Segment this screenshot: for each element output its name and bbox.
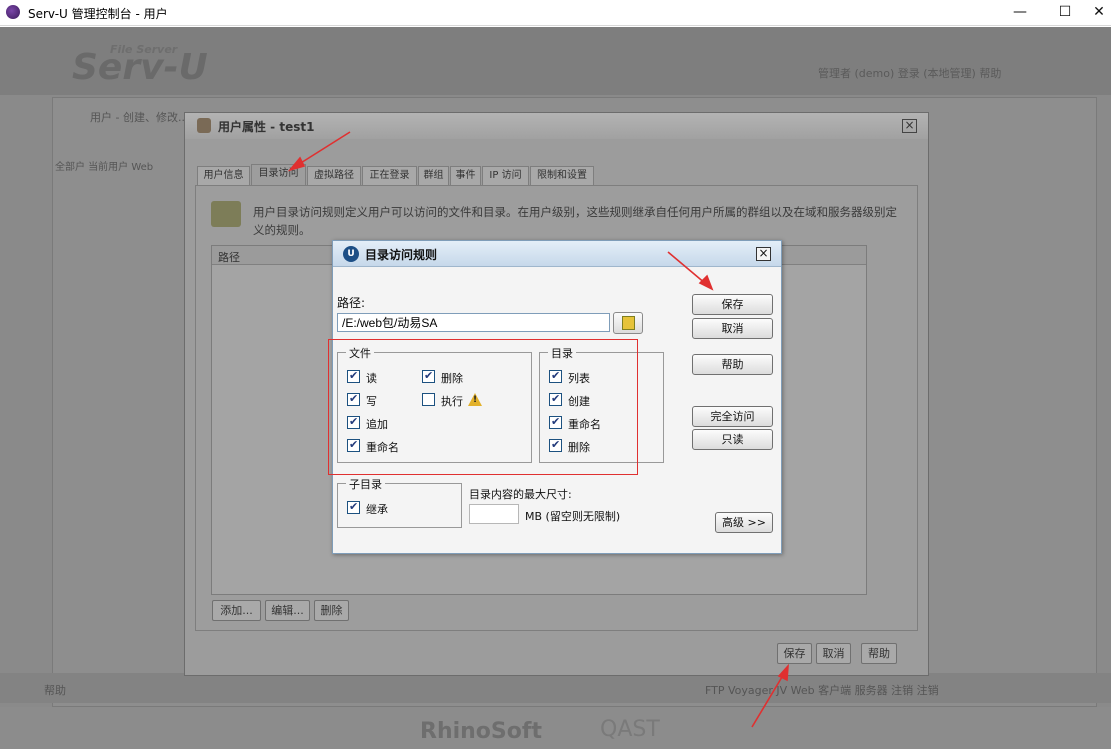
bg-logo: Serv-U — [72, 47, 208, 88]
folder-up-icon — [622, 316, 635, 330]
checkbox-icon[interactable] — [347, 500, 360, 514]
close-window-button[interactable]: ✕ — [1087, 0, 1111, 26]
rule-dialog-titlebar: U 目录访问规则 × — [333, 241, 781, 267]
edit-rule-button[interactable]: 编辑... — [265, 600, 310, 621]
user-cancel-button[interactable]: 取消 — [816, 643, 851, 664]
subdir-inherit-label: 继承 — [366, 503, 388, 516]
bg-brand-qast: QAST — [600, 717, 660, 742]
full-access-button[interactable]: 完全访问 — [692, 406, 773, 427]
minimize-button[interactable]: — — [997, 0, 1043, 26]
rule-cancel-button[interactable]: 取消 — [692, 318, 773, 339]
rule-dialog-title: 目录访问规则 — [365, 248, 438, 262]
user-dialog-title: 用户属性 - test1 — [218, 120, 315, 134]
annotation-highlight-box — [328, 339, 638, 475]
tab-events[interactable]: 事件 — [450, 166, 481, 185]
maximize-button[interactable]: ☐ — [1042, 0, 1088, 26]
rule-dialog-close-icon[interactable]: × — [756, 247, 771, 261]
path-input[interactable] — [337, 313, 610, 332]
delete-rule-button[interactable]: 删除 — [314, 600, 349, 621]
user-help-button[interactable]: 帮助 — [861, 643, 897, 664]
read-only-button[interactable]: 只读 — [692, 429, 773, 450]
max-size-label: 目录内容的最大尺寸: — [469, 488, 572, 501]
tab-dir-access[interactable]: 目录访问 — [251, 164, 306, 185]
rule-save-button[interactable]: 保存 — [692, 294, 773, 315]
tab-limits-settings[interactable]: 限制和设置 — [530, 166, 594, 185]
bg-brand-rhinosoft: RhinoSoft — [420, 719, 542, 744]
user-dialog-close-icon[interactable]: × — [902, 119, 917, 133]
tab-user-info[interactable]: 用户信息 — [197, 166, 250, 185]
browse-folder-button[interactable] — [613, 312, 643, 334]
servu-icon: U — [343, 246, 359, 262]
bg-bottom-bar — [0, 707, 1111, 749]
bg-footer — [0, 673, 1111, 703]
tab-ip-access[interactable]: IP 访问 — [482, 166, 529, 185]
bg-tabs: 全部户 当前用户 Web — [55, 162, 154, 173]
tab-logging-in[interactable]: 正在登录 — [362, 166, 417, 185]
user-icon — [197, 118, 211, 133]
path-label: 路径: — [337, 296, 366, 310]
window-titlebar: Serv-U 管理控制台 - 用户 — ☐ ✕ — [0, 0, 1111, 26]
bg-topright-links: 管理者 (demo) 登录 (本地管理) 帮助 — [818, 67, 1002, 80]
bg-footer-links: FTP Voyager JV Web 客户端 服务器 注销 注销 — [705, 684, 939, 697]
max-size-input[interactable] — [469, 504, 519, 524]
add-rule-button[interactable]: 添加... — [212, 600, 261, 621]
user-save-button[interactable]: 保存 — [777, 643, 812, 664]
subdir-legend: 子目录 — [346, 476, 385, 492]
tab-groups[interactable]: 群组 — [418, 166, 449, 185]
dir-access-description: 用户目录访问规则定义用户可以访问的文件和目录。在用户级别，这些规则继承自任何用户… — [253, 205, 897, 237]
window-title: Serv-U 管理控制台 - 用户 — [28, 7, 168, 21]
app-icon — [6, 5, 20, 19]
bg-breadcrumb: 用户 - 创建、修改... — [90, 111, 189, 124]
bg-footer-help: 帮助 — [44, 684, 66, 697]
bg-header: File Server Serv-U 管理者 (demo) 登录 (本地管理) … — [0, 27, 1111, 95]
rule-help-button[interactable]: 帮助 — [692, 354, 773, 375]
tab-virtual-path[interactable]: 虚拟路径 — [307, 166, 361, 185]
folder-icon — [211, 201, 241, 227]
mb-label: MB (留空则无限制) — [525, 510, 621, 523]
advanced-button[interactable]: 高级 >> — [715, 512, 773, 533]
user-dialog-titlebar: 用户属性 - test1 × — [185, 113, 928, 139]
subdir-group: 子目录 继承 — [337, 476, 462, 528]
